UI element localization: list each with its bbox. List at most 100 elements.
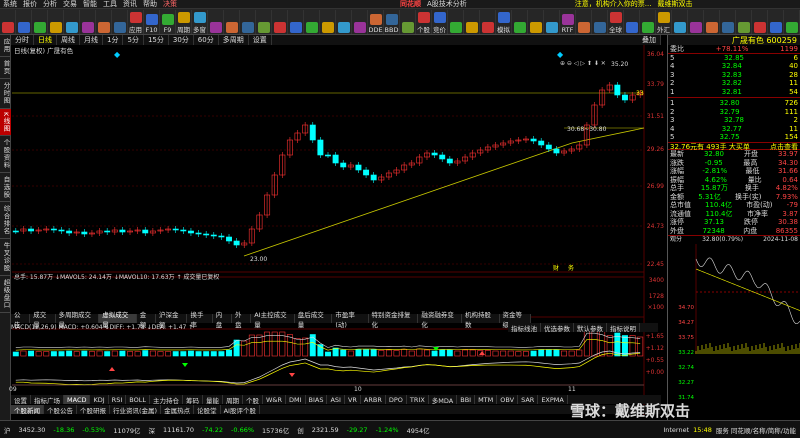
toolbar-button[interactable]: F9 bbox=[160, 9, 176, 34]
toolbar-button[interactable] bbox=[48, 9, 64, 34]
candle[interactable] bbox=[233, 240, 240, 246]
tab[interactable]: DPO bbox=[386, 395, 407, 404]
candle[interactable] bbox=[370, 174, 377, 181]
sidebar-item[interactable]: 牛叉诊股 bbox=[0, 239, 11, 277]
toolbar-button[interactable]: 全球 bbox=[608, 9, 624, 34]
toolbar-button[interactable]: DDE bbox=[368, 9, 384, 34]
tab[interactable]: 优选参数 bbox=[541, 323, 574, 333]
orderbook-row[interactable]: 5 32.85 6 bbox=[668, 54, 800, 63]
candle[interactable] bbox=[355, 164, 362, 171]
sidebar-item[interactable]: 应用 bbox=[0, 35, 11, 57]
big-order-link[interactable]: 点击查看 bbox=[770, 143, 798, 151]
toolbar-button[interactable] bbox=[0, 9, 16, 34]
tab[interactable]: KDJ bbox=[90, 395, 109, 404]
toolbar-button[interactable]: 模拟 bbox=[496, 9, 512, 34]
candle[interactable] bbox=[309, 124, 316, 141]
notice-link[interactable]: 戴维斯双击 bbox=[657, 0, 692, 9]
tab[interactable]: 量能 bbox=[203, 395, 223, 405]
toolbar-button[interactable] bbox=[16, 9, 32, 34]
orderbook-row[interactable]: 1 32.80 726 bbox=[668, 99, 800, 108]
tab[interactable]: 个股公告 bbox=[44, 405, 77, 415]
candle[interactable] bbox=[119, 229, 126, 233]
tab[interactable]: W&R bbox=[263, 395, 286, 404]
toolbar-button[interactable] bbox=[480, 9, 496, 34]
toolbar-button[interactable] bbox=[688, 9, 704, 34]
notice-text[interactable]: 注意，机构介入你的票... bbox=[575, 0, 652, 9]
tab[interactable]: 沪深金额 bbox=[156, 311, 188, 329]
menu-info[interactable]: 资讯 bbox=[123, 0, 137, 9]
menu-analysis[interactable]: 分析 bbox=[43, 0, 57, 9]
candle[interactable] bbox=[28, 228, 35, 232]
orderbook-row[interactable]: 2 32.82 11 bbox=[668, 79, 800, 88]
tab[interactable]: 成交量 bbox=[30, 311, 56, 329]
toolbar-button[interactable] bbox=[704, 9, 720, 34]
kline-chart-area[interactable]: ◆ ◆ ⊕ ⊖ ◁ ▷ ⬆ ⬇ ✕ bbox=[12, 45, 660, 415]
candle[interactable] bbox=[545, 144, 552, 150]
tab[interactable]: 虚拟成交量 bbox=[99, 311, 137, 329]
toolbar-button[interactable] bbox=[352, 9, 368, 34]
period-tab[interactable]: 日线 bbox=[34, 35, 57, 45]
toolbar-button[interactable] bbox=[400, 9, 416, 34]
candle[interactable] bbox=[431, 152, 438, 156]
tab[interactable]: OBV bbox=[497, 395, 519, 404]
candle[interactable] bbox=[12, 230, 19, 233]
candle[interactable] bbox=[180, 229, 187, 232]
candle[interactable] bbox=[325, 154, 331, 157]
candle[interactable] bbox=[218, 235, 225, 238]
sidebar-item[interactable]: 首页 bbox=[0, 57, 11, 79]
toolbar-button[interactable] bbox=[576, 9, 592, 34]
toolbar-button[interactable]: BBD bbox=[384, 9, 400, 34]
orderbook-row[interactable]: 1 32.81 54 bbox=[668, 88, 800, 97]
orderbook-row[interactable]: 3 32.83 28 bbox=[668, 71, 800, 80]
toolbar-button[interactable]: 个股 bbox=[416, 9, 432, 34]
tab[interactable]: 金额 bbox=[137, 311, 156, 329]
menu-decision[interactable]: 决策 bbox=[163, 0, 177, 9]
toolbar-button[interactable] bbox=[544, 9, 560, 34]
candle[interactable] bbox=[530, 138, 537, 142]
menu-quote[interactable]: 报价 bbox=[23, 0, 37, 9]
tab[interactable]: ASI bbox=[327, 395, 345, 404]
tab[interactable]: 个股研报 bbox=[77, 405, 110, 415]
tab[interactable]: AI主控成交量 bbox=[251, 311, 295, 329]
candle[interactable] bbox=[621, 94, 628, 101]
sidebar-item[interactable]: 超级盘口 bbox=[0, 276, 11, 314]
toolbar-button[interactable] bbox=[672, 9, 688, 34]
candle[interactable] bbox=[317, 139, 324, 156]
tab[interactable]: 主力持仓 bbox=[150, 395, 183, 405]
orderbook-row[interactable]: 5 32.75 154 bbox=[668, 133, 800, 142]
toolbar-button[interactable]: 多窗 bbox=[192, 9, 208, 34]
candle[interactable] bbox=[446, 158, 453, 164]
toolbar-button[interactable] bbox=[752, 9, 768, 34]
toolbar-button[interactable] bbox=[272, 9, 288, 34]
tab[interactable]: 换手率 bbox=[187, 311, 213, 329]
orderbook-row[interactable]: 3 32.78 2 bbox=[668, 116, 800, 125]
sidebar-item[interactable]: 自选股 bbox=[0, 173, 11, 203]
tab[interactable]: 内盘 bbox=[213, 311, 232, 329]
toolbar-button[interactable]: RTF bbox=[560, 9, 576, 34]
toolbar-button[interactable] bbox=[288, 9, 304, 34]
candle[interactable] bbox=[195, 232, 202, 235]
orderbook-row[interactable]: 4 32.84 40 bbox=[668, 62, 800, 71]
toolbar-button[interactable] bbox=[736, 9, 752, 34]
event-mark-cai[interactable]: 财 bbox=[553, 263, 559, 272]
menu-trade[interactable]: 交易 bbox=[63, 0, 77, 9]
tab[interactable]: 外盘 bbox=[232, 311, 252, 329]
toolbar-button[interactable] bbox=[80, 9, 96, 34]
toolbar-button[interactable] bbox=[208, 9, 224, 34]
toolbar-button[interactable] bbox=[528, 9, 544, 34]
period-tab[interactable]: 30分 bbox=[169, 35, 194, 45]
tab[interactable]: RSI bbox=[109, 395, 127, 404]
menu-system[interactable]: 系统 bbox=[3, 0, 17, 9]
candle[interactable] bbox=[172, 228, 179, 231]
sidebar-item[interactable]: 分时图 bbox=[0, 79, 11, 109]
tab[interactable]: VR bbox=[345, 395, 361, 404]
tab[interactable]: AI股评个股 bbox=[221, 405, 260, 415]
candle[interactable] bbox=[104, 230, 111, 233]
period-tab[interactable]: 分时 bbox=[11, 35, 34, 45]
tab[interactable]: 周期 bbox=[223, 395, 243, 405]
candle[interactable] bbox=[332, 154, 339, 164]
tab[interactable]: BBI bbox=[457, 395, 476, 404]
menu-help[interactable]: 帮助 bbox=[143, 0, 157, 9]
tab[interactable]: 默认参数 bbox=[574, 323, 607, 333]
toolbar-button[interactable] bbox=[96, 9, 112, 34]
